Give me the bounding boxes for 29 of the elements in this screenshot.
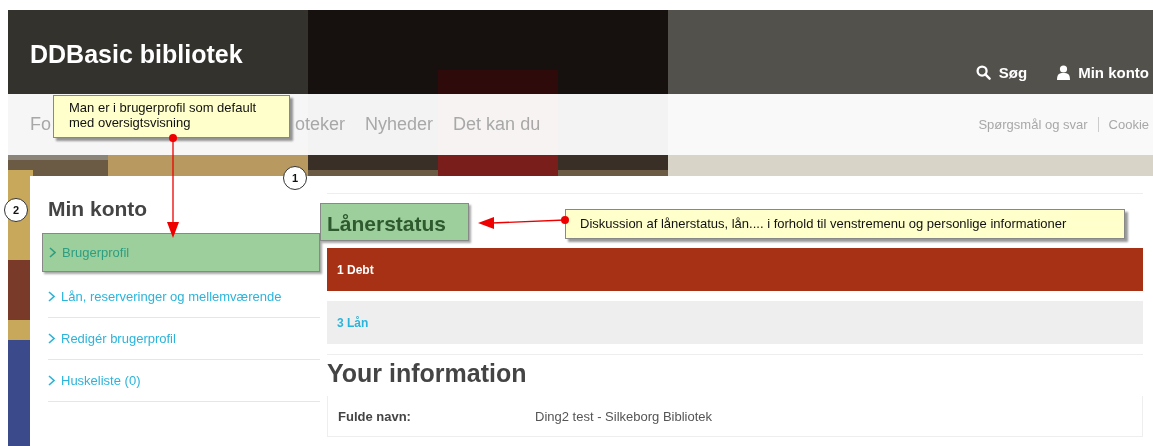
- sidebar-item[interactable]: Lån, reserveringer og mellemværende: [48, 276, 320, 318]
- chevron-icon: [48, 291, 55, 302]
- search-icon: [975, 65, 991, 80]
- search-link[interactable]: Søg: [975, 64, 1028, 81]
- user-icon: [1057, 65, 1071, 80]
- nav-link[interactable]: Nyheder: [365, 114, 434, 135]
- section-heading: Your information: [327, 354, 1143, 396]
- nav-link[interactable]: Fo: [30, 114, 51, 135]
- account-link[interactable]: Min konto: [1057, 64, 1149, 81]
- section-title: Lånerstatus: [320, 203, 470, 241]
- debt-bar[interactable]: 1 Debt: [327, 248, 1143, 291]
- annotation-tooltip: Diskussion af lånerstatus, lån.... i forhold til venstremenu og personlige informationer: [565, 209, 1125, 239]
- footer-link[interactable]: Cookie: [1097, 117, 1153, 132]
- footer-link[interactable]: Spørgsmål og svar: [968, 117, 1098, 132]
- nav-link[interactable]: oteker: [295, 114, 346, 135]
- site-title[interactable]: DDBasic bibliotek: [30, 40, 243, 69]
- field-label: Fulde navn:: [337, 408, 412, 424]
- sidebar-item[interactable]: Huskeliste (0): [48, 360, 320, 402]
- chevron-icon: [48, 333, 55, 344]
- field-value: Ding2 test - Silkeborg Bibliotek: [535, 408, 713, 424]
- nav-link[interactable]: Det kan du: [453, 114, 541, 135]
- loans-bar[interactable]: 3 Lån: [327, 301, 1143, 344]
- step-marker: 2: [4, 198, 28, 222]
- sidebar-item[interactable]: Brugerprofil: [42, 233, 320, 272]
- sidebar-item[interactable]: Redigér brugerprofil: [48, 318, 320, 360]
- sidebar-title: Min konto: [48, 197, 149, 221]
- chevron-icon: [49, 247, 56, 258]
- chevron-icon: [48, 375, 55, 386]
- annotation-tooltip: Man er i brugerprofil som default med oversigtsvisning: [53, 95, 290, 138]
